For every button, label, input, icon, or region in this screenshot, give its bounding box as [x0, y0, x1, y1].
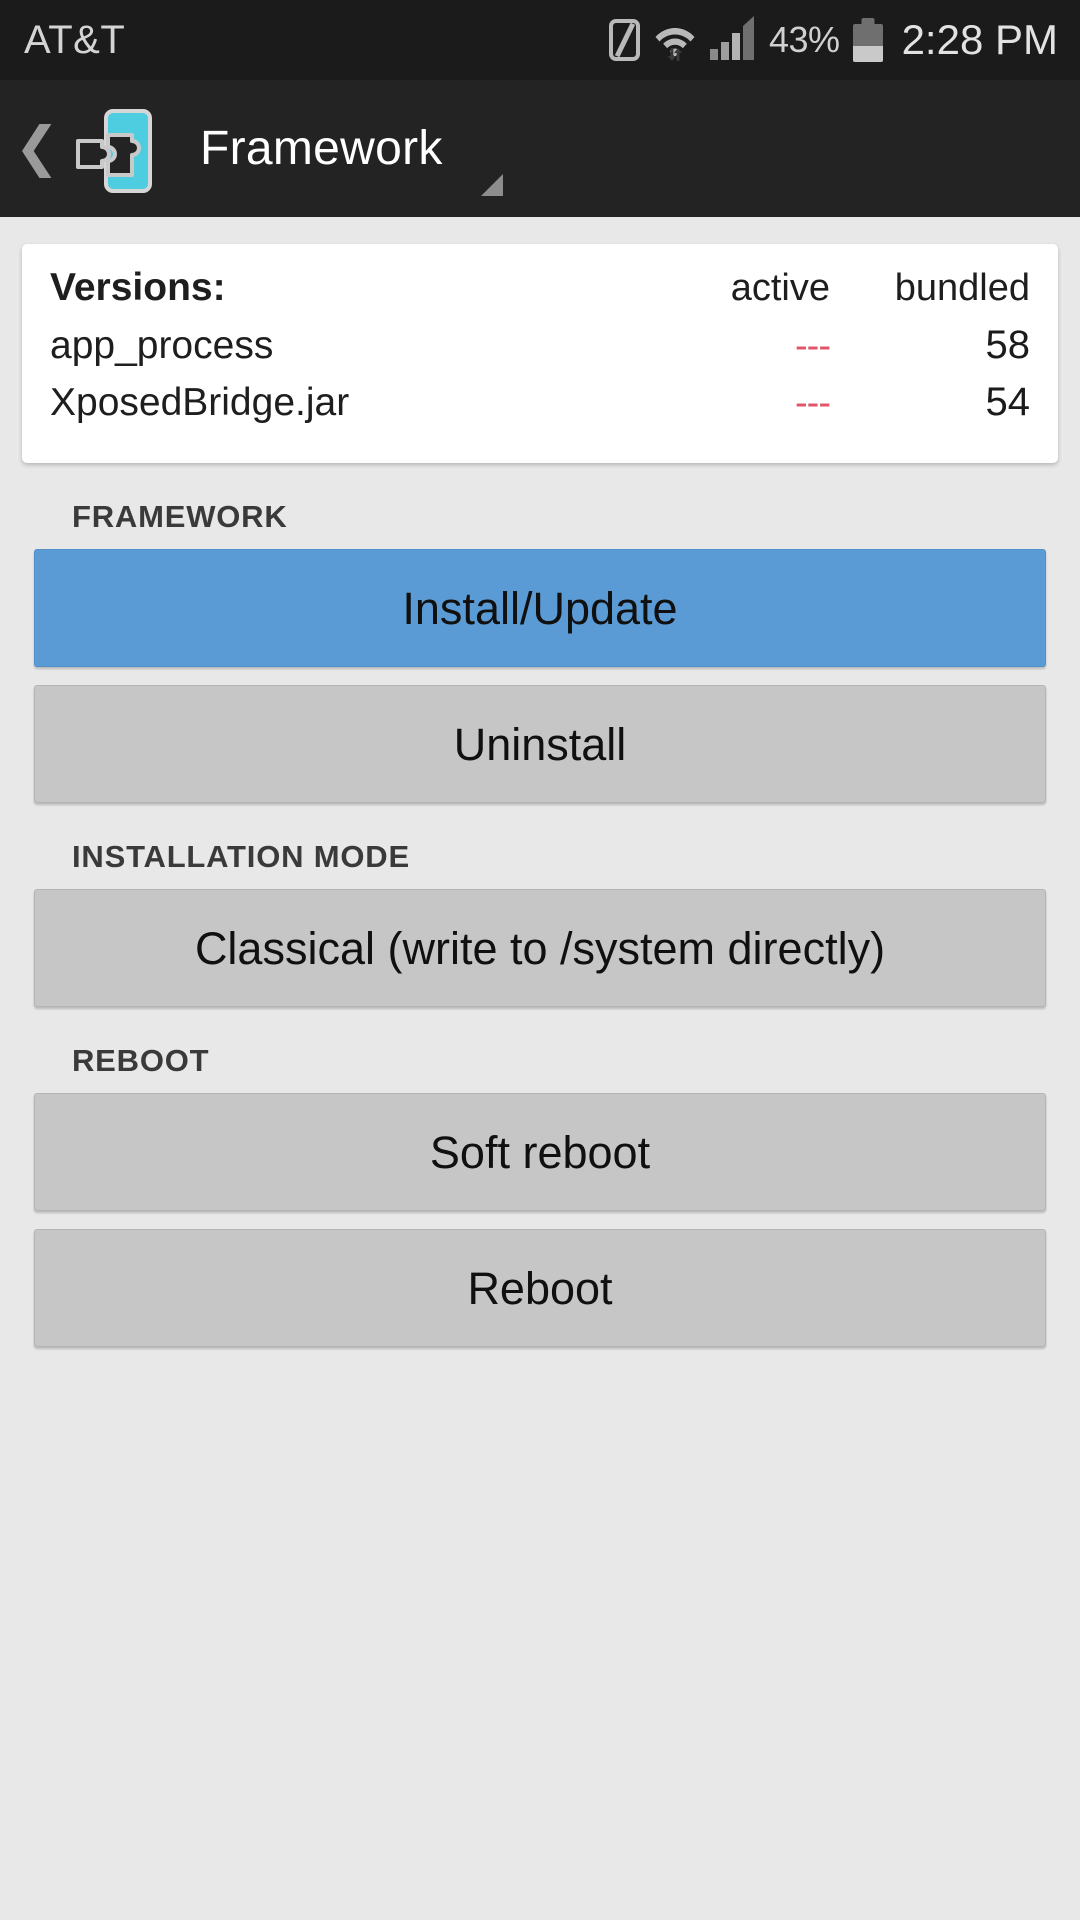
version-name: app_process — [50, 324, 274, 367]
versions-header-row: Versions: active bundled — [50, 266, 1030, 323]
version-active-value: --- — [795, 325, 831, 367]
nfc-icon — [609, 19, 641, 61]
battery-icon — [852, 18, 883, 62]
back-icon[interactable]: ❮ — [14, 80, 60, 217]
uninstall-button[interactable]: Uninstall — [34, 685, 1046, 803]
section-header-framework: FRAMEWORK — [72, 499, 288, 534]
version-bundled-value: 58 — [985, 323, 1031, 367]
action-bar: ❮ Framework — [0, 80, 1080, 217]
column-header-active: active — [730, 267, 830, 309]
version-active-value: --- — [795, 382, 831, 424]
install-update-button[interactable]: Install/Update — [34, 549, 1046, 667]
wifi-icon — [653, 18, 697, 62]
status-icons: 43% 2:28 PM — [609, 16, 1058, 64]
reboot-button[interactable]: Reboot — [34, 1229, 1046, 1347]
signal-icon — [710, 16, 756, 60]
section-header-installation-mode: INSTALLATION MODE — [72, 839, 410, 874]
page-title: Framework — [200, 122, 443, 175]
version-name: XposedBridge.jar — [50, 381, 350, 424]
installation-mode-button[interactable]: Classical (write to /system directly) — [34, 889, 1046, 1007]
table-row: XposedBridge.jar --- 54 — [50, 380, 1030, 437]
table-row: app_process --- 58 — [50, 323, 1030, 380]
app-screen: AT&T 43% 2:28 PM ❮ Framework Versions: a… — [0, 0, 1080, 1920]
versions-card: Versions: active bundled app_process ---… — [22, 244, 1058, 463]
section-header-reboot: REBOOT — [72, 1043, 210, 1078]
status-bar: AT&T 43% 2:28 PM — [0, 0, 1080, 80]
version-bundled-value: 54 — [985, 380, 1031, 424]
column-header-bundled: bundled — [894, 267, 1030, 309]
dropdown-caret-icon[interactable] — [481, 174, 503, 196]
soft-reboot-button[interactable]: Soft reboot — [34, 1093, 1046, 1211]
carrier-label: AT&T — [24, 17, 126, 62]
main-content: Versions: active bundled app_process ---… — [0, 217, 1080, 1920]
clock-label: 2:28 PM — [901, 16, 1058, 63]
xposed-logo-icon[interactable] — [68, 103, 160, 195]
battery-percent-label: 43% — [769, 19, 840, 60]
versions-title: Versions: — [50, 266, 226, 309]
